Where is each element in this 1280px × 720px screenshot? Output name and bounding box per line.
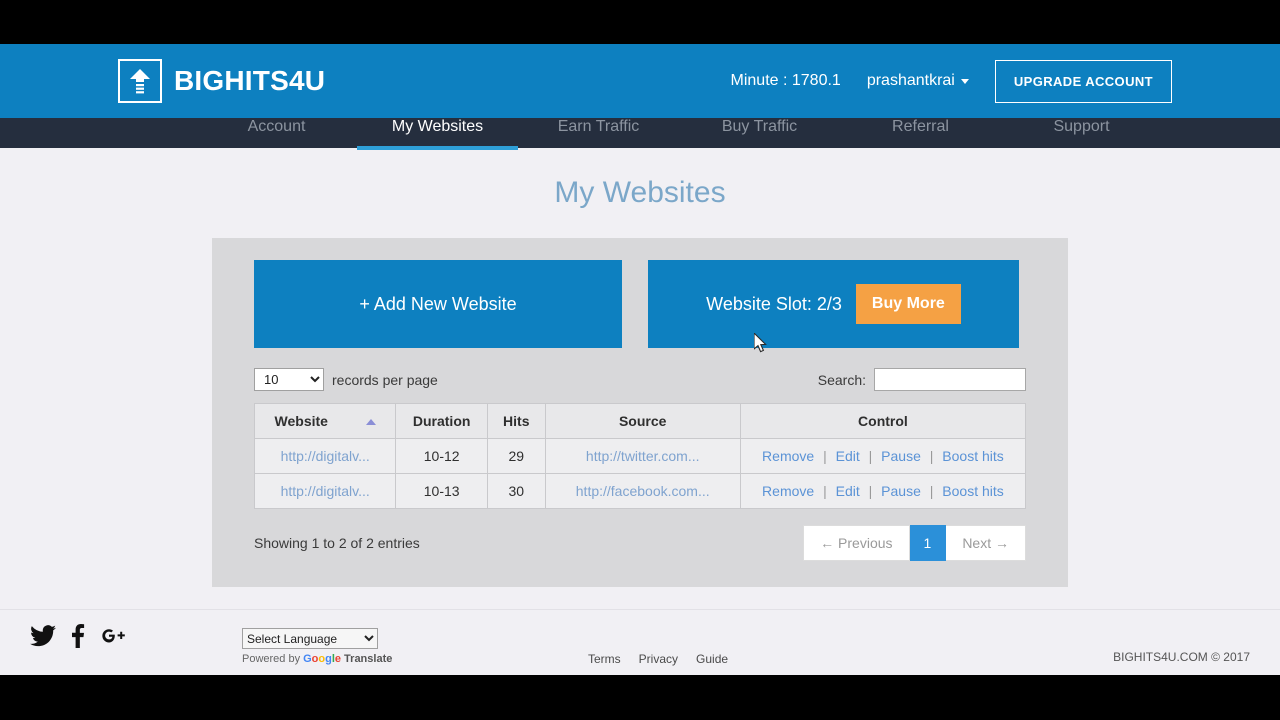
- website-slot-card: Website Slot: 2/3 Buy More: [648, 260, 1019, 348]
- table-head: Website Duration Hits Source Control: [253, 403, 1027, 439]
- cell-hits: 29: [486, 438, 546, 474]
- twitter-icon[interactable]: [30, 625, 56, 652]
- records-per-page-select[interactable]: 10 25 50 100: [254, 368, 324, 391]
- control-separator: |: [929, 448, 934, 464]
- buy-more-button[interactable]: Buy More: [855, 284, 961, 324]
- page-button-1[interactable]: 1: [909, 525, 947, 561]
- copyright-text: BIGHITS4U.COM © 2017: [1113, 650, 1250, 664]
- cell-website: http://digitalv...: [253, 473, 397, 509]
- cell-website: http://digitalv...: [253, 438, 397, 474]
- pause-link[interactable]: Pause: [881, 448, 921, 464]
- pagination: ← Previous 1 Next →: [803, 525, 1026, 561]
- upload-arrow-icon: [118, 59, 162, 103]
- source-link[interactable]: http://twitter.com...: [586, 448, 700, 464]
- boost-hits-link[interactable]: Boost hits: [942, 483, 1003, 499]
- site-header: BIGHITS4U Minute : 1780.1 prashantkrai U…: [0, 44, 1280, 118]
- footer-links: Terms Privacy Guide: [588, 652, 728, 666]
- entries-info: Showing 1 to 2 of 2 entries: [254, 535, 420, 551]
- cell-control: Remove | Edit | Pause | Boost hits: [739, 438, 1027, 474]
- google-plus-icon[interactable]: [100, 625, 128, 652]
- table-controls: 10 25 50 100 records per page Search:: [254, 368, 1026, 391]
- column-header-website[interactable]: Website: [253, 403, 397, 439]
- google-translate-widget: Select Language English Hindi Spanish Fr…: [242, 628, 392, 665]
- main-content: My Websites + Add New Website Website Sl…: [0, 148, 1280, 587]
- column-header-control[interactable]: Control: [739, 403, 1027, 439]
- footer-link-guide[interactable]: Guide: [696, 652, 728, 666]
- letterbox-bottom: [0, 675, 1280, 720]
- control-separator: |: [929, 483, 934, 499]
- remove-link[interactable]: Remove: [762, 483, 814, 499]
- control-separator: |: [823, 483, 827, 499]
- minute-counter: Minute : 1780.1: [730, 72, 841, 89]
- cell-source: http://twitter.com...: [544, 438, 741, 474]
- action-cards-row: + Add New Website Website Slot: 2/3 Buy …: [254, 260, 1026, 348]
- table-header-row: Website Duration Hits Source Control: [253, 403, 1027, 439]
- table-row: http://digitalv... 10-13 30 http://faceb…: [253, 473, 1027, 509]
- cell-control: Remove | Edit | Pause | Boost hits: [739, 473, 1027, 509]
- add-new-website-button[interactable]: + Add New Website: [254, 260, 622, 348]
- cell-source: http://facebook.com...: [544, 473, 741, 509]
- control-separator: |: [868, 483, 873, 499]
- pause-link[interactable]: Pause: [881, 483, 921, 499]
- cell-duration: 10-13: [395, 473, 488, 509]
- records-per-page-control: 10 25 50 100 records per page: [254, 368, 438, 391]
- remove-link[interactable]: Remove: [762, 448, 814, 464]
- control-separator: |: [868, 448, 873, 464]
- boost-hits-link[interactable]: Boost hits: [942, 448, 1003, 464]
- brand-name: BIGHITS4U: [174, 65, 326, 96]
- column-header-source[interactable]: Source: [544, 403, 741, 439]
- column-header-hits[interactable]: Hits: [486, 403, 546, 439]
- website-link[interactable]: http://digitalv...: [281, 448, 370, 464]
- select-language-dropdown[interactable]: Select Language English Hindi Spanish Fr…: [242, 628, 378, 649]
- footer-link-privacy[interactable]: Privacy: [639, 652, 678, 666]
- social-links: [30, 624, 128, 653]
- column-header-website-label: Website: [274, 413, 328, 429]
- letterbox-top: [0, 0, 1280, 44]
- header-right-group: Minute : 1780.1 prashantkrai UPGRADE ACC…: [730, 59, 1172, 103]
- brand-logo[interactable]: BIGHITS4U: [118, 59, 325, 103]
- next-page-button[interactable]: Next →: [946, 525, 1026, 561]
- search-label: Search:: [817, 371, 866, 388]
- username-label: prashantkrai: [866, 72, 955, 89]
- sort-ascending-icon: [365, 419, 376, 426]
- previous-page-button[interactable]: ← Previous: [803, 525, 910, 561]
- page-title: My Websites: [554, 176, 726, 209]
- edit-link[interactable]: Edit: [836, 483, 860, 499]
- webpage: BIGHITS4U Minute : 1780.1 prashantkrai U…: [0, 44, 1280, 675]
- footer-link-terms[interactable]: Terms: [588, 652, 621, 666]
- upgrade-account-button[interactable]: UPGRADE ACCOUNT: [994, 59, 1172, 103]
- translate-label: Translate: [344, 653, 393, 665]
- column-header-duration[interactable]: Duration: [395, 403, 488, 439]
- website-slot-label: Website Slot: 2/3: [706, 293, 842, 314]
- websites-panel: + Add New Website Website Slot: 2/3 Buy …: [212, 238, 1068, 587]
- search-control: Search:: [818, 368, 1026, 391]
- table-footer: Showing 1 to 2 of 2 entries ← Previous 1…: [254, 525, 1026, 561]
- control-separator: |: [823, 448, 827, 464]
- edit-link[interactable]: Edit: [836, 448, 860, 464]
- powered-by-google-translate: Powered by Google Translate: [242, 653, 392, 665]
- table-body: http://digitalv... 10-12 29 http://twitt…: [253, 438, 1027, 509]
- powered-by-label: Powered by: [242, 653, 301, 665]
- site-footer: Select Language English Hindi Spanish Fr…: [0, 609, 1280, 675]
- chevron-down-icon: [960, 78, 969, 84]
- screen-viewport: BIGHITS4U Minute : 1780.1 prashantkrai U…: [0, 0, 1280, 720]
- table-row: http://digitalv... 10-12 29 http://twitt…: [253, 438, 1027, 474]
- google-wordmark: Google: [303, 653, 342, 665]
- websites-table: Website Duration Hits Source Control htt…: [253, 403, 1027, 509]
- cell-hits: 30: [486, 473, 546, 509]
- facebook-icon[interactable]: [71, 624, 85, 653]
- source-link[interactable]: http://facebook.com...: [576, 483, 710, 499]
- user-menu[interactable]: prashantkrai: [867, 72, 969, 90]
- website-link[interactable]: http://digitalv...: [281, 483, 370, 499]
- records-per-page-label: records per page: [332, 371, 438, 388]
- search-input[interactable]: [874, 368, 1026, 391]
- cell-duration: 10-12: [395, 438, 488, 474]
